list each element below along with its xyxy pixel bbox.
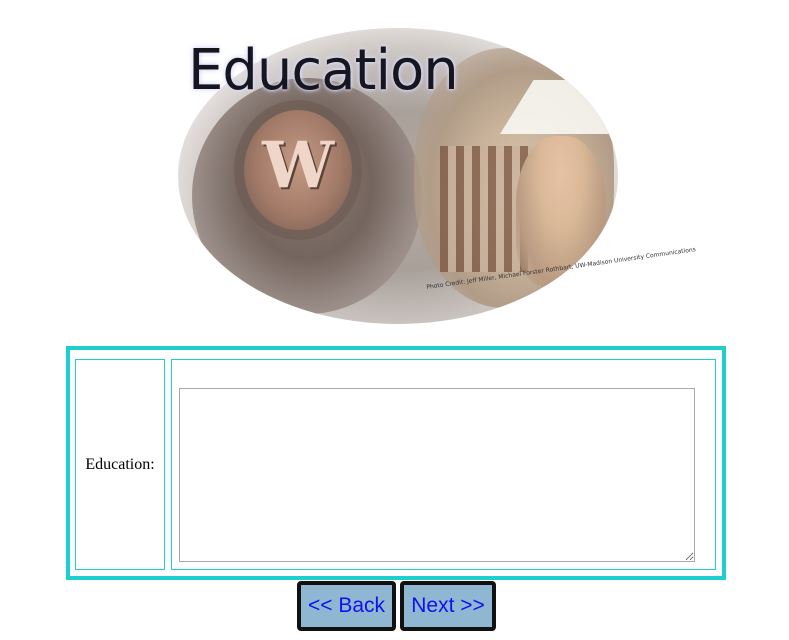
education-form-table: Education: <box>66 346 726 580</box>
education-field-cell <box>171 359 716 570</box>
next-button[interactable]: Next >> <box>400 581 496 631</box>
education-textarea[interactable] <box>179 388 695 562</box>
back-button[interactable]: << Back <box>297 581 396 631</box>
education-banner-image: W Education Photo Credit: Jeff Miller, M… <box>178 28 696 324</box>
education-label-cell: Education: <box>75 359 165 570</box>
w-crest-emblem: W <box>244 110 352 230</box>
education-label: Education: <box>85 455 155 473</box>
banner-title: Education <box>188 38 459 103</box>
